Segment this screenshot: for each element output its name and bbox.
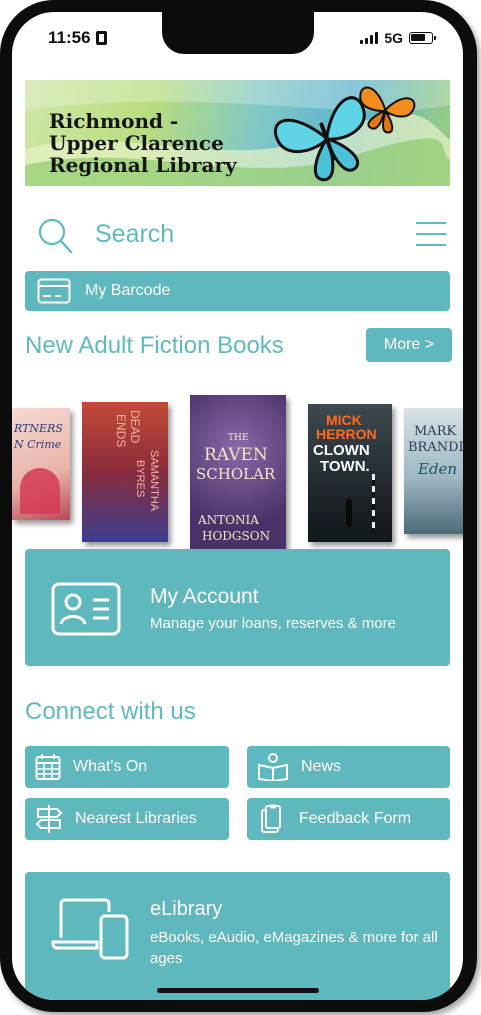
barcode-card-icon xyxy=(37,278,71,304)
book-cover-text: HERRON xyxy=(316,426,377,442)
new-books-heading: New Adult Fiction Books xyxy=(25,332,284,359)
phone-frame: 11:56 5G Richmond - Upper Clarence Regio… xyxy=(0,0,477,1012)
app-screen: 11:56 5G Richmond - Upper Clarence Regio… xyxy=(12,12,463,1000)
status-time: 11:56 xyxy=(48,28,107,48)
status-indicators: 5G xyxy=(360,30,436,46)
library-name-line: Richmond - xyxy=(49,109,179,133)
elibrary-card[interactable]: eLibrary eBooks, eAudio, eMagazines & mo… xyxy=(25,872,450,1000)
network-type: 5G xyxy=(384,30,403,46)
library-banner: Richmond - Upper Clarence Regional Libra… xyxy=(25,80,450,186)
book-cover-text: MARK xyxy=(414,424,457,439)
my-barcode-label: My Barcode xyxy=(85,282,171,299)
sim-card-icon xyxy=(95,31,107,45)
devices-icon xyxy=(51,898,129,960)
library-name: Richmond - Upper Clarence Regional Libra… xyxy=(49,110,237,176)
library-name-line: Upper Clarence xyxy=(49,131,224,155)
my-barcode-button[interactable]: My Barcode xyxy=(25,271,450,311)
book-cover-text: ANTONIA xyxy=(198,513,259,527)
status-time-text: 11:56 xyxy=(48,28,91,47)
my-account-title: My Account xyxy=(150,585,259,608)
calendar-icon xyxy=(35,754,61,780)
book-cover-text: N Crime xyxy=(14,438,62,451)
book-cover-text: RTNERS xyxy=(14,422,63,435)
camera-notch xyxy=(162,12,314,54)
more-books-button[interactable]: More > xyxy=(366,328,452,362)
orange-butterfly-icon xyxy=(359,86,416,134)
clipboard-icon xyxy=(261,804,281,833)
book-cover-text: CLOWN xyxy=(313,442,370,459)
book-cover-text: DEAD xyxy=(128,410,142,444)
my-account-card[interactable]: My Account Manage your loans, reserves &… xyxy=(25,549,450,666)
elibrary-title: eLibrary xyxy=(150,898,223,920)
elibrary-subtitle: eBooks, eAudio, eMagazines & more for al… xyxy=(150,929,438,967)
search-bar[interactable]: Search xyxy=(25,210,450,262)
feedback-form-label: Feedback Form xyxy=(299,810,412,827)
news-button[interactable]: News xyxy=(247,746,450,788)
news-label: News xyxy=(301,758,342,775)
book-cover-text: THE xyxy=(228,433,249,443)
book-carousel[interactable]: RTNERS N Crime DEAD ENDS SAMANTHA BYRES … xyxy=(12,380,463,549)
book-cover-text: SAMANTHA xyxy=(148,450,160,512)
nearest-libraries-button[interactable]: Nearest Libraries xyxy=(25,798,229,840)
nearest-libraries-label: Nearest Libraries xyxy=(75,810,197,827)
book-cover-the-raven-scholar[interactable]: THE RAVEN SCHOLAR ANTONIA HODGSON xyxy=(190,395,286,549)
feedback-form-button[interactable]: Feedback Form xyxy=(247,798,450,840)
library-name-line: Regional Library xyxy=(49,153,237,177)
book-cover-text: Eden xyxy=(418,460,458,478)
id-card-icon xyxy=(51,582,121,636)
open-book-icon xyxy=(258,753,288,781)
book-cover-partners-in-crime[interactable]: RTNERS N Crime xyxy=(12,408,70,520)
signpost-icon xyxy=(35,805,63,833)
book-cover-text: SCHOLAR xyxy=(196,465,276,483)
book-cover-text: HODGSON xyxy=(202,529,271,543)
whats-on-label: What's On xyxy=(73,758,148,775)
connect-heading: Connect with us xyxy=(25,698,196,725)
book-cover-text: RAVEN xyxy=(204,445,268,465)
book-cover-eden[interactable]: MARK BRANDI Eden xyxy=(404,408,463,534)
search-icon[interactable] xyxy=(35,216,75,256)
signal-icon xyxy=(360,32,379,44)
book-cover-text: TOWN. xyxy=(320,458,370,475)
battery-icon xyxy=(409,32,436,44)
book-cover-text: ENDS xyxy=(114,414,128,448)
book-cover-text: BRANDI xyxy=(408,440,463,455)
book-cover-clown-town[interactable]: MICK HERRON CLOWN TOWN. xyxy=(308,404,392,542)
search-label[interactable]: Search xyxy=(95,220,174,249)
hamburger-menu-icon[interactable] xyxy=(414,219,448,249)
book-cover-text: BYRES xyxy=(134,460,146,498)
my-account-subtitle: Manage your loans, reserves & more xyxy=(150,615,396,632)
whats-on-button[interactable]: What's On xyxy=(25,746,229,788)
home-indicator[interactable] xyxy=(157,988,319,993)
book-cover-dead-ends[interactable]: DEAD ENDS SAMANTHA BYRES xyxy=(82,402,168,542)
